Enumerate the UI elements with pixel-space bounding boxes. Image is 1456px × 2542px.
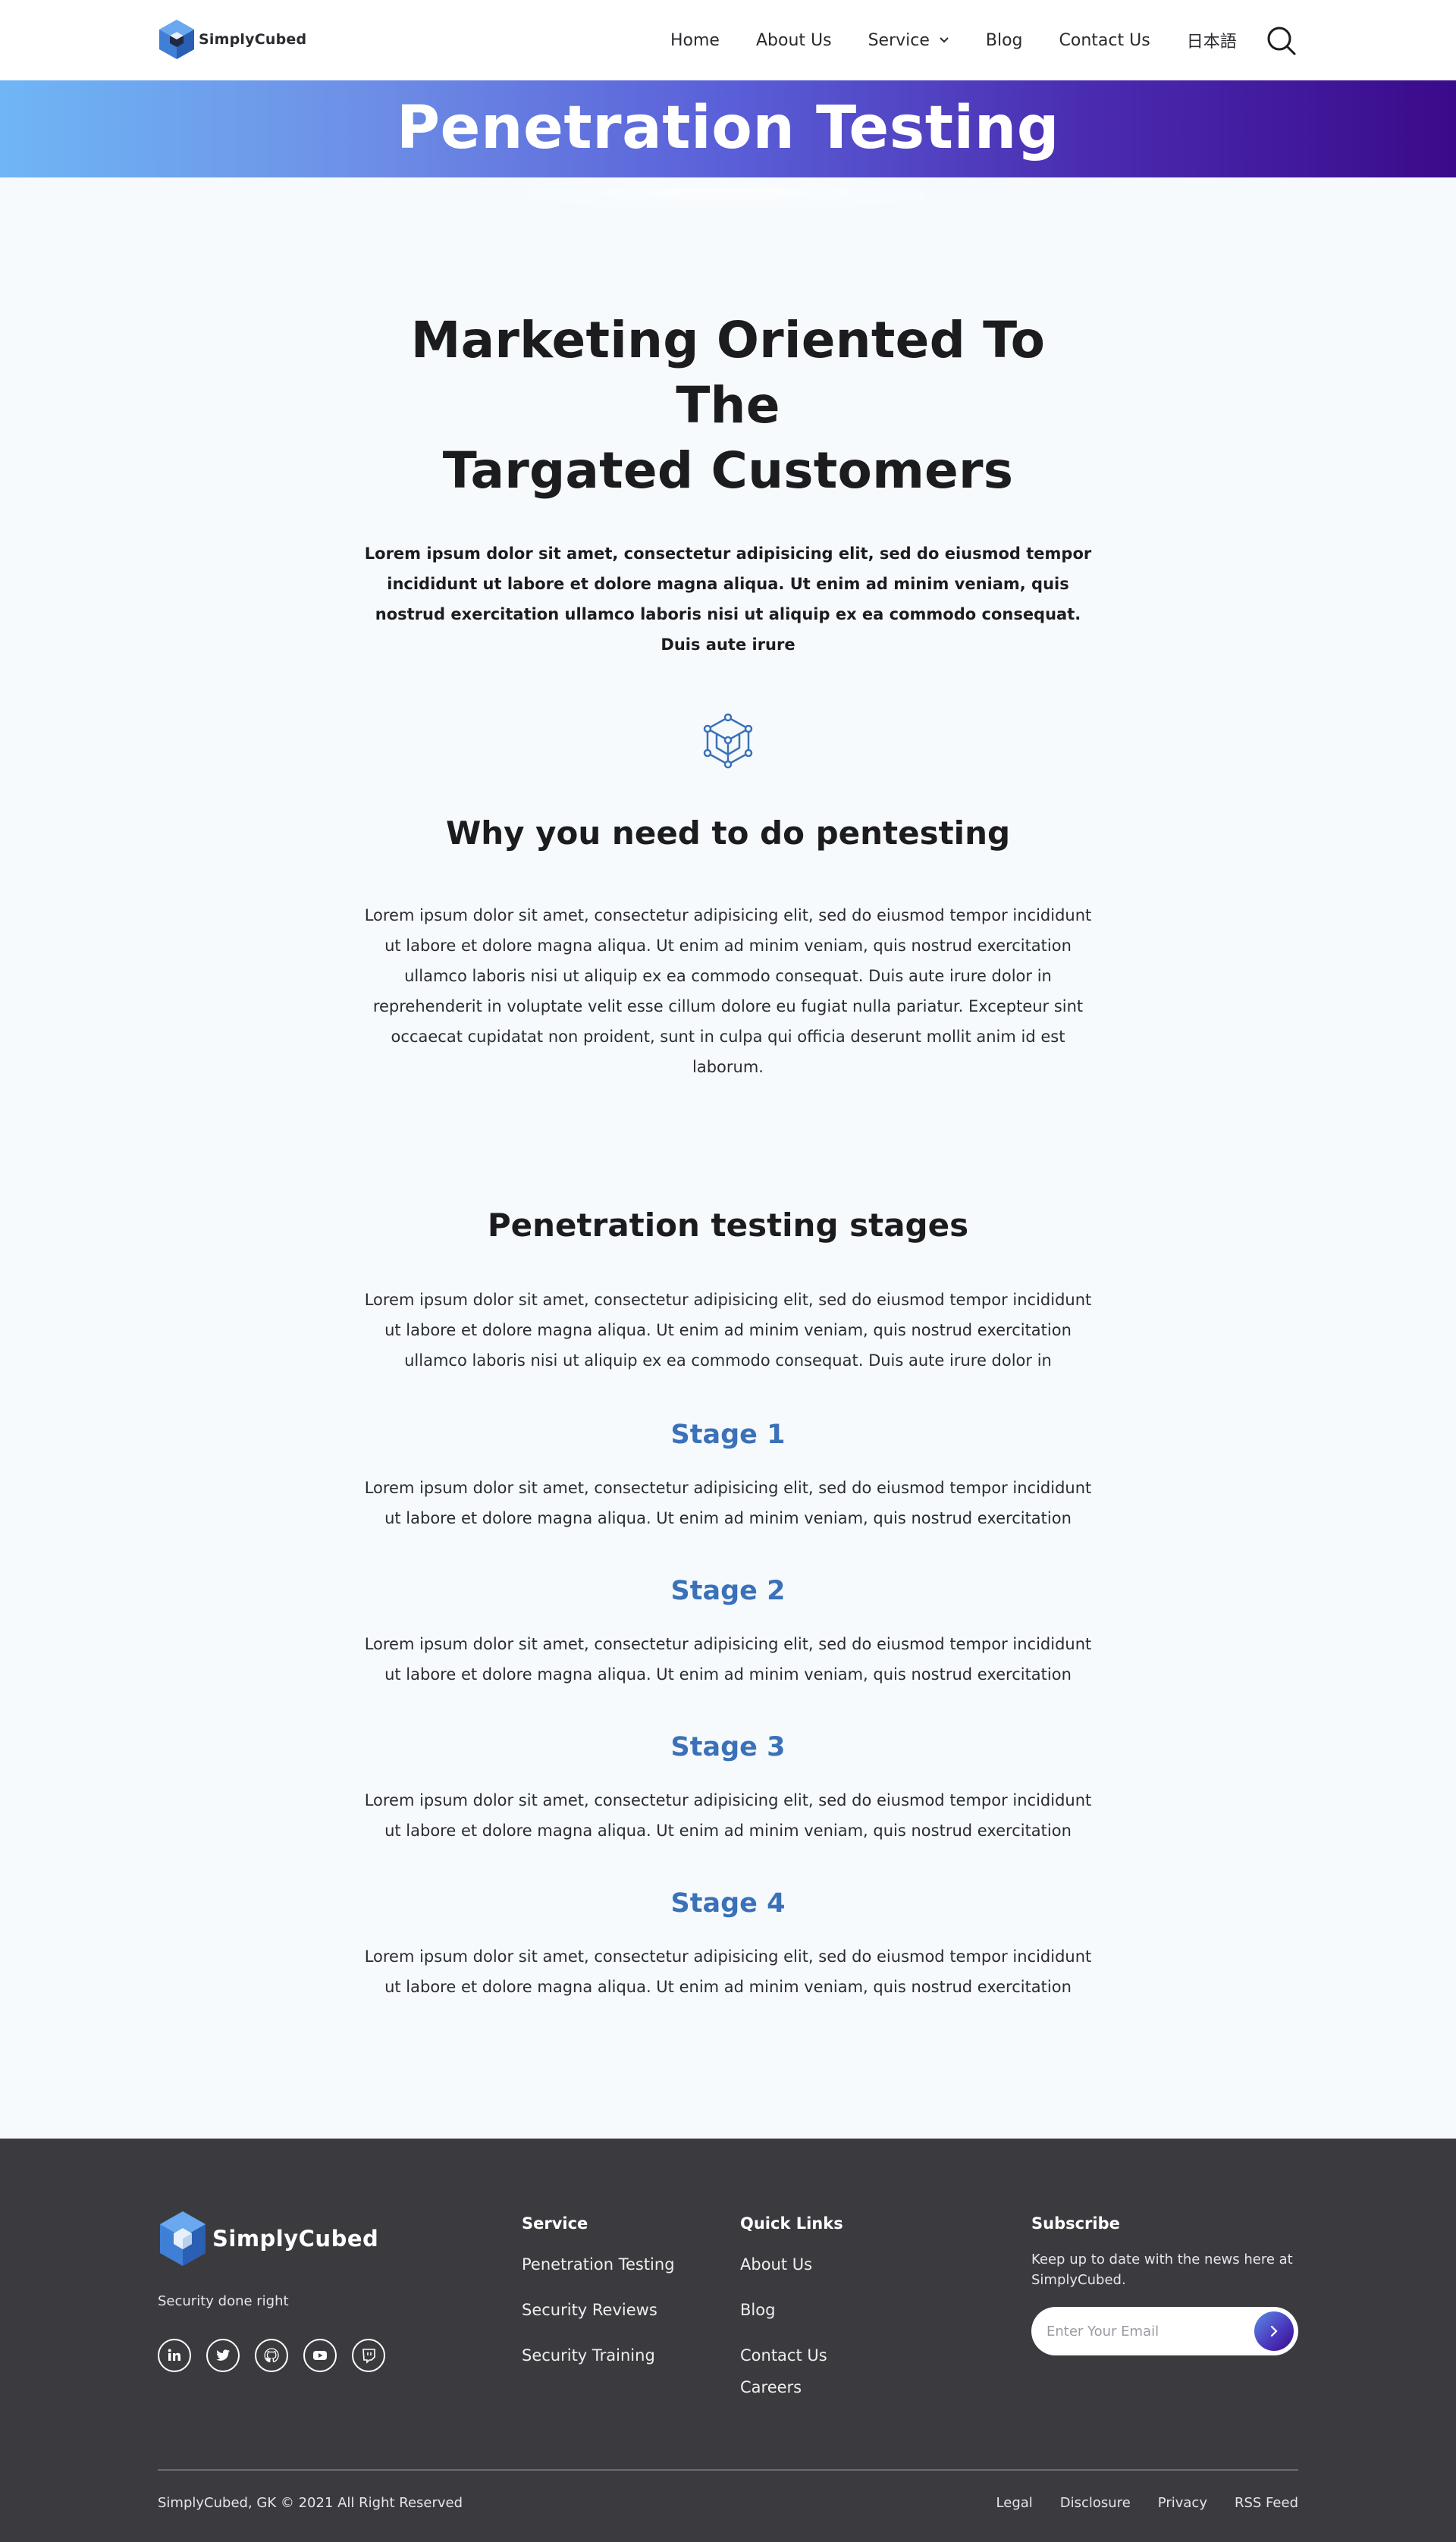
network-cube-icon	[703, 713, 753, 769]
site-logo[interactable]: SimplyCubed	[156, 18, 306, 61]
page-title: Penetration Testing	[396, 94, 1060, 162]
footer-subscribe-column: Subscribe Keep up to date with the news …	[1031, 2214, 1298, 2355]
footer-link-penetration-testing[interactable]: Penetration Testing	[522, 2255, 675, 2274]
stage-4-title: Stage 4	[670, 1888, 786, 1919]
subscribe-submit-button[interactable]	[1254, 2311, 1294, 2351]
intro-heading-line1: Marketing Oriented To The	[410, 311, 1046, 435]
footer-link-blog[interactable]: Blog	[740, 2301, 843, 2319]
chevron-right-icon	[1270, 2325, 1278, 2337]
footer-tagline: Security done right	[158, 2293, 289, 2309]
footer-quick-links-column: Quick Links About Us Blog Contact Us Car…	[740, 2214, 843, 2424]
footer-logo-text: SimplyCubed	[212, 2226, 379, 2252]
stage-3-title: Stage 3	[670, 1732, 786, 1762]
footer-logo[interactable]: SimplyCubed	[158, 2210, 378, 2267]
stage-1-body: Lorem ipsum dolor sit amet, consectetur …	[364, 1479, 1092, 1527]
footer-link-privacy[interactable]: Privacy	[1158, 2495, 1207, 2511]
stages-heading: Penetration testing stages	[487, 1207, 969, 1244]
footer-link-careers[interactable]: Careers	[740, 2378, 843, 2396]
footer-link-rss-feed[interactable]: RSS Feed	[1235, 2495, 1298, 2511]
footer-service-column: Service Penetration Testing Security Rev…	[522, 2214, 675, 2392]
nav-home[interactable]: Home	[670, 31, 720, 50]
stages-body: Lorem ipsum dolor sit amet, consectetur …	[364, 1291, 1092, 1370]
logo-text: SimplyCubed	[199, 31, 307, 48]
intro-lead: Lorem ipsum dolor sit amet, consectetur …	[364, 544, 1092, 654]
footer-link-security-reviews[interactable]: Security Reviews	[522, 2301, 675, 2319]
github-icon[interactable]	[255, 2339, 288, 2372]
footer-link-legal[interactable]: Legal	[996, 2495, 1033, 2511]
linkedin-icon[interactable]	[158, 2339, 191, 2372]
search-icon[interactable]	[1266, 26, 1297, 56]
cube-logo-icon	[160, 2211, 206, 2266]
twitter-icon[interactable]	[206, 2339, 240, 2372]
nav-service[interactable]: Service	[868, 31, 949, 50]
footer-subscribe-text: Keep up to date with the news here at Si…	[1031, 2252, 1293, 2288]
cube-logo-icon	[159, 20, 194, 59]
nav-language-japanese[interactable]: 日本語	[1187, 28, 1237, 52]
footer-link-security-training[interactable]: Security Training	[522, 2346, 675, 2365]
footer-subscribe-heading: Subscribe	[1031, 2214, 1120, 2233]
main-content: Marketing Oriented To The Targated Custo…	[0, 177, 1456, 2139]
site-header: SimplyCubed Home About Us Service Blog C…	[0, 0, 1456, 80]
footer-link-contact-us[interactable]: Contact Us	[740, 2346, 843, 2365]
footer-quick-links-heading: Quick Links	[740, 2214, 843, 2233]
stage-3-body: Lorem ipsum dolor sit amet, consectetur …	[364, 1791, 1092, 1840]
chevron-down-icon	[940, 37, 949, 43]
main-nav: Home About Us Service Blog Contact Us 日本…	[670, 0, 1273, 80]
footer-copyright: SimplyCubed, GK © 2021 All Right Reserve…	[158, 2495, 463, 2511]
intro-heading: Marketing Oriented To The Targated Custo…	[356, 177, 1100, 504]
footer-link-about-us[interactable]: About Us	[740, 2255, 843, 2274]
stage-1-title: Stage 1	[670, 1420, 786, 1450]
youtube-icon[interactable]	[303, 2339, 337, 2372]
nav-contact-us[interactable]: Contact Us	[1059, 31, 1150, 50]
intro-heading-line2: Targated Customers	[442, 441, 1014, 500]
nav-service-label: Service	[868, 30, 930, 50]
stage-2-body: Lorem ipsum dolor sit amet, consectetur …	[364, 1635, 1092, 1684]
twitch-icon[interactable]	[352, 2339, 385, 2372]
stage-2-title: Stage 2	[670, 1576, 786, 1606]
social-links	[158, 2339, 400, 2372]
footer-divider	[158, 2469, 1298, 2471]
subscribe-form	[1031, 2307, 1298, 2355]
subscribe-email-input[interactable]	[1046, 2307, 1244, 2355]
hero-banner: Penetration Testing	[0, 80, 1456, 208]
nav-blog[interactable]: Blog	[986, 31, 1023, 50]
footer-legal-links: Legal Disclosure Privacy RSS Feed	[969, 2495, 1298, 2511]
why-heading: Why you need to do pentesting	[445, 814, 1011, 852]
why-body: Lorem ipsum dolor sit amet, consectetur …	[364, 906, 1092, 1076]
footer-service-heading: Service	[522, 2214, 588, 2233]
site-footer: SimplyCubed Security done right Service …	[0, 2139, 1456, 2542]
nav-about-us[interactable]: About Us	[756, 31, 832, 50]
stage-4-body: Lorem ipsum dolor sit amet, consectetur …	[364, 1947, 1092, 1996]
footer-link-disclosure[interactable]: Disclosure	[1060, 2495, 1131, 2511]
